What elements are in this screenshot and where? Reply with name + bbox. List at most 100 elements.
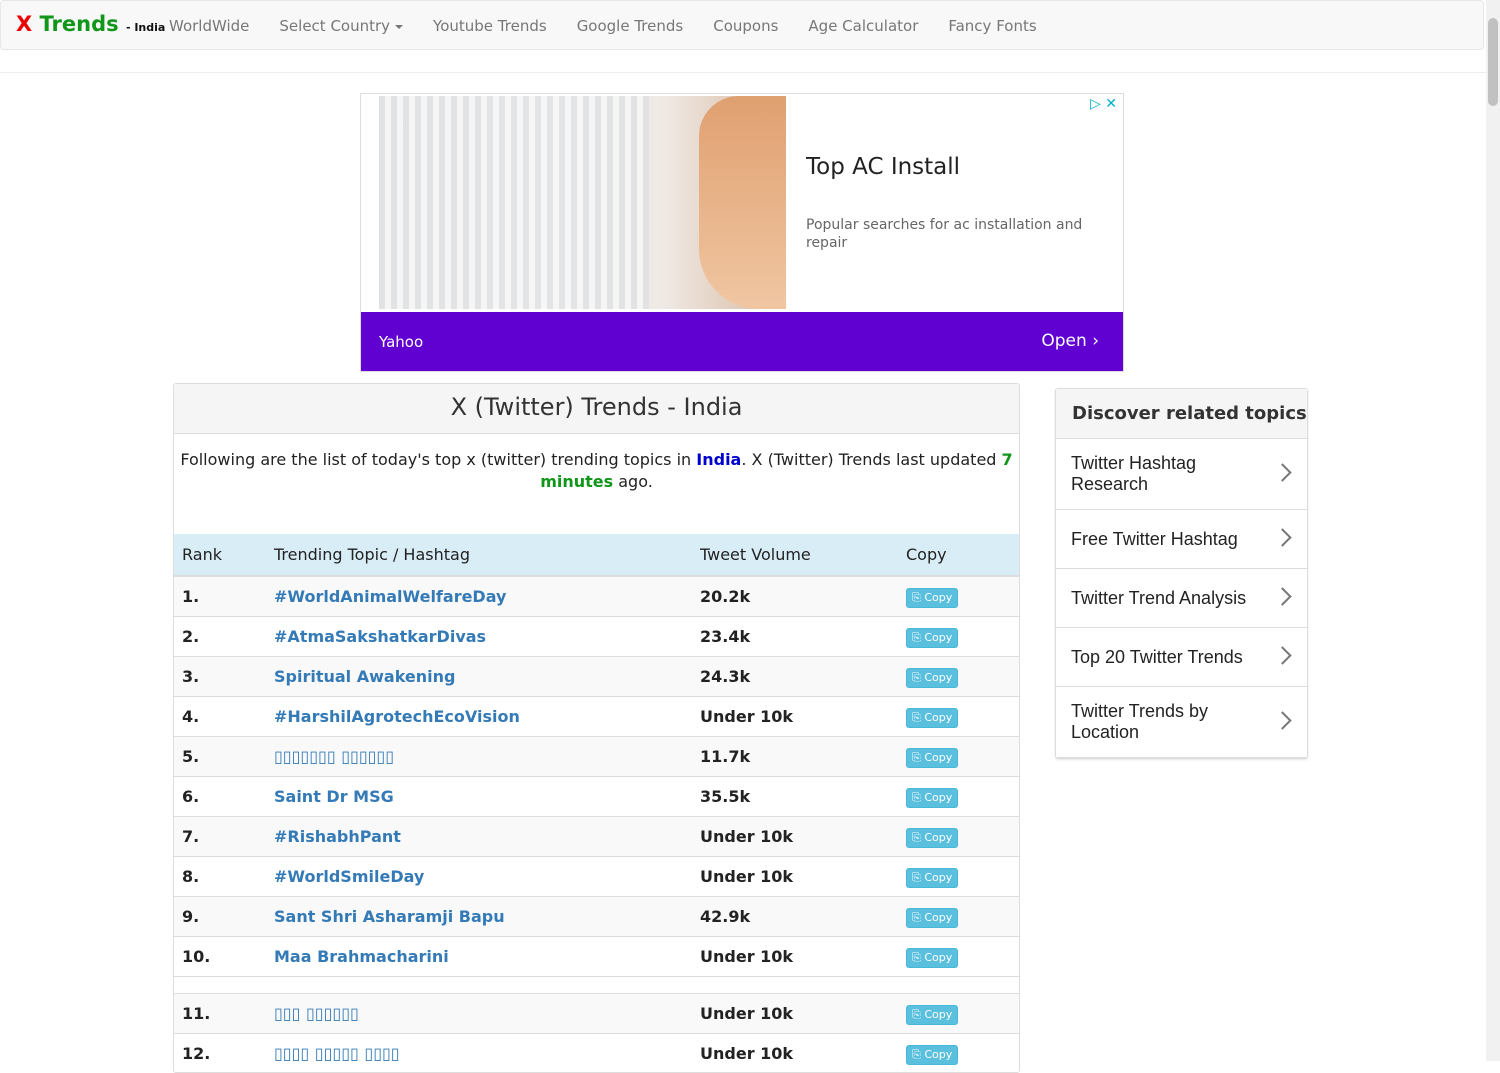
trend-topic-link[interactable]: Maa Brahmacharini xyxy=(266,937,692,977)
copy-button[interactable]: ⎘ Copy xyxy=(906,588,958,608)
table-row: 3.Spiritual Awakening24.3k ⎘ Copy xyxy=(174,657,1020,697)
copy-button[interactable]: ⎘ Copy xyxy=(906,708,958,728)
trend-rank: 5. xyxy=(174,737,266,777)
brand-trends: Trends xyxy=(32,12,118,36)
intro-pre: Following are the list of today's top x … xyxy=(180,450,696,469)
copy-icon: ⎘ xyxy=(912,1008,921,1021)
copy-icon: ⎘ xyxy=(912,1048,921,1061)
related-topic-label: Free Twitter Hashtag xyxy=(1071,529,1238,550)
copy-label: Copy xyxy=(924,791,952,804)
trend-topic-link[interactable]: #WorldAnimalWelfareDay xyxy=(266,576,692,617)
related-topic-label: Top 20 Twitter Trends xyxy=(1071,647,1243,668)
copy-cell: ⎘ Copy xyxy=(898,937,1020,977)
copy-button[interactable]: ⎘ Copy xyxy=(906,868,958,888)
trend-topic-link[interactable]: Sant Shri Asharamji Bapu xyxy=(266,897,692,937)
copy-cell: ⎘ Copy xyxy=(898,617,1020,657)
trend-volume: 24.3k xyxy=(692,657,898,697)
copy-label: Copy xyxy=(924,751,952,764)
navbar: X Trends - India WorldWide Select Countr… xyxy=(0,0,1484,50)
table-row: 7.#RishabhPantUnder 10k⎘ Copy xyxy=(174,817,1020,857)
ad-footer[interactable]: Yahoo Open › xyxy=(361,312,1124,372)
table-row: 4.#HarshilAgrotechEcoVisionUnder 10k⎘ Co… xyxy=(174,697,1020,737)
table-row: 9.Sant Shri Asharamji Bapu42.9k⎘ Copy xyxy=(174,897,1020,937)
trend-topic-link[interactable]: ▯▯▯ ▯▯▯▯▯▯ xyxy=(266,994,692,1034)
copy-button[interactable]: ⎘ Copy xyxy=(906,668,958,688)
scrollbar-thumb[interactable] xyxy=(1488,18,1498,106)
trend-rank: 4. xyxy=(174,697,266,737)
chevron-right-icon xyxy=(1273,711,1291,729)
copy-icon: ⎘ xyxy=(912,791,921,804)
related-topics: Discover related topics Twitter Hashtag … xyxy=(1055,388,1308,759)
trend-topic-link[interactable]: #HarshilAgrotechEcoVision xyxy=(266,697,692,737)
trend-topic-link[interactable]: ▯▯▯▯▯▯▯ ▯▯▯▯▯▯ xyxy=(266,737,692,777)
trend-topic-link[interactable]: #AtmaSakshatkarDivas xyxy=(266,617,692,657)
ad-brand: Yahoo xyxy=(379,333,423,351)
trend-volume: Under 10k xyxy=(692,937,898,977)
nav-google-trends[interactable]: Google Trends xyxy=(562,17,699,35)
trend-topic-link[interactable]: ▯▯▯▯ ▯▯▯▯▯ ▯▯▯▯ xyxy=(266,1034,692,1073)
trend-rank: 8. xyxy=(174,857,266,897)
trend-volume: 20.2k xyxy=(692,576,898,617)
related-topic-item[interactable]: Twitter Trends by Location xyxy=(1056,687,1307,758)
copy-button[interactable]: ⎘ Copy xyxy=(906,628,958,648)
table-row: 1.#WorldAnimalWelfareDay20.2k ⎘ Copy xyxy=(174,576,1020,617)
ad-image[interactable] xyxy=(379,96,786,309)
copy-button[interactable]: ⎘ Copy xyxy=(906,908,958,928)
related-topic-item[interactable]: Twitter Hashtag Research xyxy=(1056,439,1307,510)
trend-topic-link[interactable]: #RishabhPant xyxy=(266,817,692,857)
ad-banner[interactable]: ▷ ✕ Top AC Install Popular searches for … xyxy=(360,93,1124,372)
copy-label: Copy xyxy=(924,911,952,924)
copy-label: Copy xyxy=(924,831,952,844)
copy-cell: ⎘ Copy xyxy=(898,994,1020,1034)
trend-volume: Under 10k xyxy=(692,1034,898,1073)
trend-rank: 11. xyxy=(174,994,266,1034)
related-topic-item[interactable]: Free Twitter Hashtag xyxy=(1056,510,1307,569)
copy-icon: ⎘ xyxy=(912,671,921,684)
ad-open-button[interactable]: Open › xyxy=(1041,331,1099,351)
nav-select-country[interactable]: Select Country xyxy=(264,17,418,35)
ad-description: Popular searches for ac installation and… xyxy=(806,216,1096,252)
chevron-right-icon xyxy=(1273,587,1291,605)
trend-rank: 3. xyxy=(174,657,266,697)
ad-title[interactable]: Top AC Install xyxy=(806,154,960,180)
intro-text: Following are the list of today's top x … xyxy=(174,434,1019,548)
related-topic-item[interactable]: Twitter Trend Analysis xyxy=(1056,569,1307,628)
trend-rank: 12. xyxy=(174,1034,266,1073)
trend-topic-link[interactable]: Spiritual Awakening xyxy=(266,657,692,697)
copy-button[interactable]: ⎘ Copy xyxy=(906,1005,958,1025)
copy-cell: ⎘ Copy xyxy=(898,777,1020,817)
nav-fancy-fonts[interactable]: Fancy Fonts xyxy=(933,17,1051,35)
copy-icon: ⎘ xyxy=(912,631,921,644)
ad-choices-icon[interactable]: ▷ ✕ xyxy=(1090,96,1117,112)
col-volume: Tweet Volume xyxy=(692,534,898,576)
ad-open-label: Open xyxy=(1041,331,1086,351)
copy-button[interactable]: ⎘ Copy xyxy=(906,1045,958,1065)
trend-topic-link[interactable]: #WorldSmileDay xyxy=(266,857,692,897)
nav-worldwide[interactable]: WorldWide xyxy=(154,17,264,35)
copy-cell: ⎘ Copy xyxy=(898,857,1020,897)
copy-button[interactable]: ⎘ Copy xyxy=(906,948,958,968)
chevron-right-icon xyxy=(1273,463,1291,481)
copy-button[interactable]: ⎘ Copy xyxy=(906,828,958,848)
copy-button[interactable]: ⎘ Copy xyxy=(906,788,958,808)
trend-volume: Under 10k xyxy=(692,994,898,1034)
related-topics-title: Discover related topics xyxy=(1056,389,1307,439)
scrollbar[interactable] xyxy=(1486,0,1500,1061)
intro-country: India xyxy=(696,450,741,469)
trend-topic-link[interactable]: Saint Dr MSG xyxy=(266,777,692,817)
copy-label: Copy xyxy=(924,1008,952,1021)
brand-logo[interactable]: X Trends - India xyxy=(16,12,165,36)
brand-x: X xyxy=(16,12,32,36)
col-topic: Trending Topic / Hashtag xyxy=(266,534,692,576)
trend-volume: 11.7k xyxy=(692,737,898,777)
related-topic-item[interactable]: Top 20 Twitter Trends xyxy=(1056,628,1307,687)
copy-icon: ⎘ xyxy=(912,831,921,844)
nav-age-calculator[interactable]: Age Calculator xyxy=(793,17,933,35)
trend-rank: 6. xyxy=(174,777,266,817)
nav-coupons[interactable]: Coupons xyxy=(698,17,793,35)
trend-rank: 1. xyxy=(174,576,266,617)
caret-down-icon xyxy=(395,25,403,29)
copy-button[interactable]: ⎘ Copy xyxy=(906,748,958,768)
copy-icon: ⎘ xyxy=(912,711,921,724)
nav-youtube-trends[interactable]: Youtube Trends xyxy=(418,17,562,35)
